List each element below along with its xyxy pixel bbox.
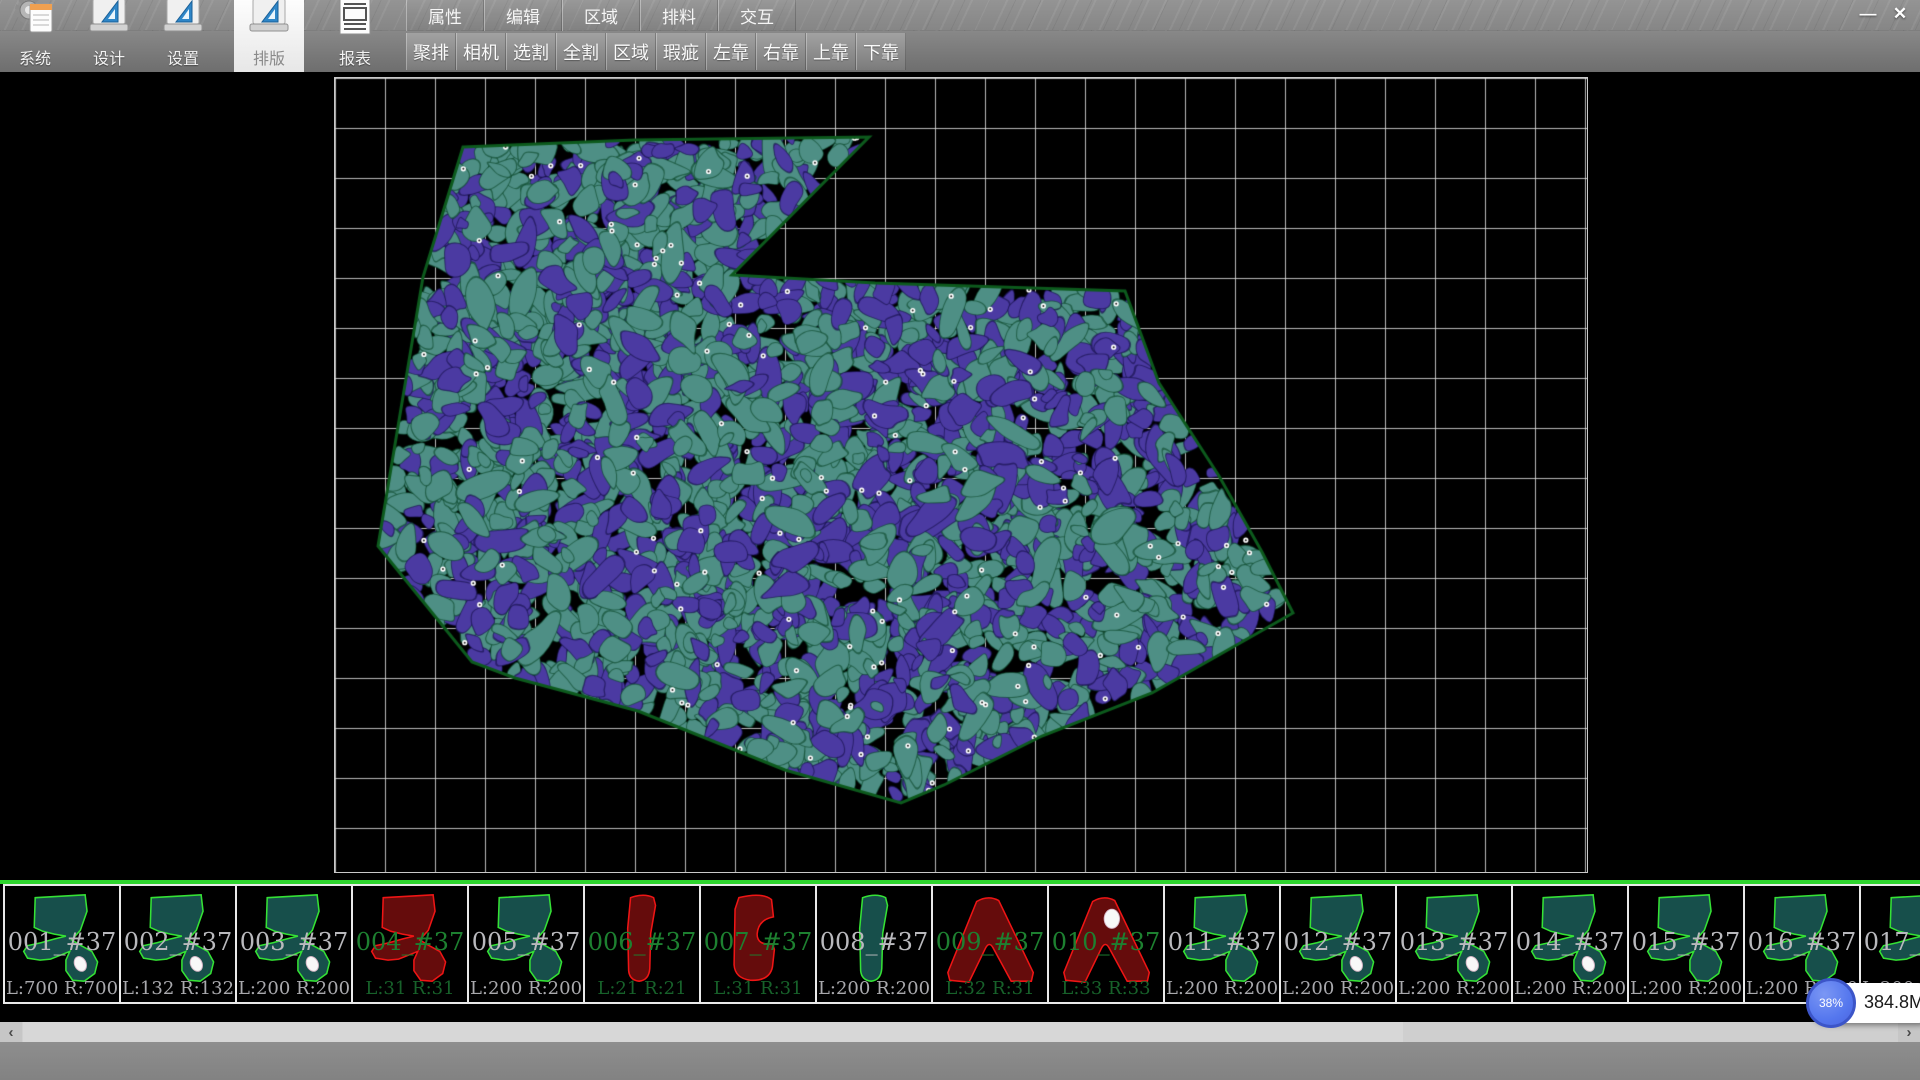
piece-shape — [593, 890, 695, 986]
tool-button-10[interactable]: 下靠 — [856, 33, 906, 70]
memory-usage-badge[interactable]: 38% 384.8M — [1808, 983, 1920, 1023]
piece-shape — [825, 890, 927, 986]
menu-item-2[interactable]: 编辑 — [484, 0, 562, 31]
nesting-canvas[interactable] — [335, 78, 1587, 872]
tool-button-8[interactable]: 右靠 — [756, 33, 806, 70]
piece-shape — [941, 890, 1043, 986]
piece-hole — [1104, 909, 1119, 928]
window-controls: — ✕ — [1852, 2, 1916, 26]
piece-thumbnail-013_#37[interactable]: 013_#37L:200 R:200 — [1395, 884, 1513, 1004]
piece-shape — [1753, 890, 1855, 986]
menu-item-3[interactable]: 区域 — [562, 0, 640, 31]
tool-button-1[interactable]: 聚排 — [406, 33, 456, 70]
piece-thumbnail-011_#37[interactable]: 011_#37L:200 R:200 — [1163, 884, 1281, 1004]
ribbon: 系统设计设置排版报表 属性编辑区域排料交互 聚排相机选割全割区域瑕疵左靠右靠上靠… — [0, 0, 1920, 72]
piece-thumbnail-012_#37[interactable]: 012_#37L:200 R:200 — [1279, 884, 1397, 1004]
tool-button-4[interactable]: 全割 — [556, 33, 606, 70]
piece-thumbnail-006_#37[interactable]: 006_#37L:21 R:21 — [583, 884, 701, 1004]
piece-thumbnail-003_#37[interactable]: 003_#37L:200 R:200 — [235, 884, 353, 1004]
app-tab-5[interactable]: 报表 — [320, 0, 390, 72]
settings-ruler-icon — [161, 0, 205, 45]
piece-shape — [1057, 890, 1159, 986]
app-tab-strip: 系统 设计 设置 排版 报表 — [0, 0, 394, 72]
app-tab-label: 设计 — [93, 45, 125, 69]
piece-shape — [245, 890, 347, 986]
system-gear-icon — [13, 0, 57, 45]
piece-thumbnail-001_#37[interactable]: 001_#37L:700 R:700 — [3, 884, 121, 1004]
piece-shape — [1405, 890, 1507, 986]
piece-thumbnail-010_#37[interactable]: 010_#37L:33 R:33 — [1047, 884, 1165, 1004]
piece-thumbnail-008_#37[interactable]: 008_#37L:200 R:200 — [815, 884, 933, 1004]
scrollbar-thumb[interactable] — [23, 1022, 1403, 1042]
tool-button-2[interactable]: 相机 — [456, 33, 506, 70]
tool-button-3[interactable]: 选割 — [506, 33, 556, 70]
tool-button-9[interactable]: 上靠 — [806, 33, 856, 70]
menu-row: 属性编辑区域排料交互 — [406, 0, 796, 31]
menu-item-5[interactable]: 交互 — [718, 0, 796, 31]
tool-button-6[interactable]: 瑕疵 — [656, 33, 706, 70]
memory-percent-indicator: 38% — [1806, 978, 1856, 1028]
memory-amount-label: 384.8M — [1864, 992, 1920, 1013]
nesting-viewport — [334, 77, 1588, 873]
piece-thumbnail-strip: 001_#37L:700 R:700002_#37L:132 R:132003_… — [3, 884, 1920, 1004]
menu-item-1[interactable]: 属性 — [406, 0, 484, 31]
app-tab-3[interactable]: 设置 — [148, 0, 218, 72]
piece-shape — [1869, 890, 1920, 986]
app-window: 系统设计设置排版报表 属性编辑区域排料交互 聚排相机选割全割区域瑕疵左靠右靠上靠… — [0, 0, 1920, 1080]
status-bar — [0, 1042, 1920, 1080]
design-ruler-icon — [87, 0, 131, 45]
piece-shape — [1289, 890, 1391, 986]
piece-shape — [13, 890, 115, 986]
piece-thumbnail-009_#37[interactable]: 009_#37L:32 R:31 — [931, 884, 1049, 1004]
horizontal-scrollbar[interactable]: ‹ › — [0, 1022, 1920, 1042]
scroll-right-button[interactable]: › — [1898, 1022, 1920, 1042]
app-tab-label: 系统 — [19, 45, 51, 69]
app-tab-4[interactable]: 排版 — [234, 0, 304, 72]
piece-thumbnail-004_#37[interactable]: 004_#37L:31 R:31 — [351, 884, 469, 1004]
piece-shape — [129, 890, 231, 986]
layout-ruler-icon — [247, 0, 291, 45]
piece-shape — [1173, 890, 1275, 986]
app-tab-label: 报表 — [339, 45, 371, 69]
piece-thumbnail-014_#37[interactable]: 014_#37L:200 R:200 — [1511, 884, 1629, 1004]
report-doc-icon — [333, 0, 377, 45]
tool-row: 聚排相机选割全割区域瑕疵左靠右靠上靠下靠 — [406, 33, 906, 70]
tool-button-7[interactable]: 左靠 — [706, 33, 756, 70]
app-tab-1[interactable]: 系统 — [0, 0, 70, 72]
app-tab-label: 设置 — [167, 45, 199, 69]
piece-shape — [361, 890, 463, 986]
piece-shape — [709, 890, 811, 986]
minimize-button[interactable]: — — [1852, 2, 1884, 26]
piece-thumbnail-005_#37[interactable]: 005_#37L:200 R:200 — [467, 884, 585, 1004]
scroll-left-button[interactable]: ‹ — [0, 1022, 22, 1042]
piece-shape — [1637, 890, 1739, 986]
piece-shape — [477, 890, 579, 986]
tool-button-5[interactable]: 区域 — [606, 33, 656, 70]
app-tab-2[interactable]: 设计 — [74, 0, 144, 72]
piece-thumbnail-002_#37[interactable]: 002_#37L:132 R:132 — [119, 884, 237, 1004]
close-button[interactable]: ✕ — [1884, 2, 1916, 26]
piece-thumbnail-007_#37[interactable]: 007_#37L:31 R:31 — [699, 884, 817, 1004]
app-tab-label: 排版 — [253, 45, 285, 69]
piece-thumbnail-015_#37[interactable]: 015_#37L:200 R:200 — [1627, 884, 1745, 1004]
menu-item-4[interactable]: 排料 — [640, 0, 718, 31]
piece-shape — [1521, 890, 1623, 986]
